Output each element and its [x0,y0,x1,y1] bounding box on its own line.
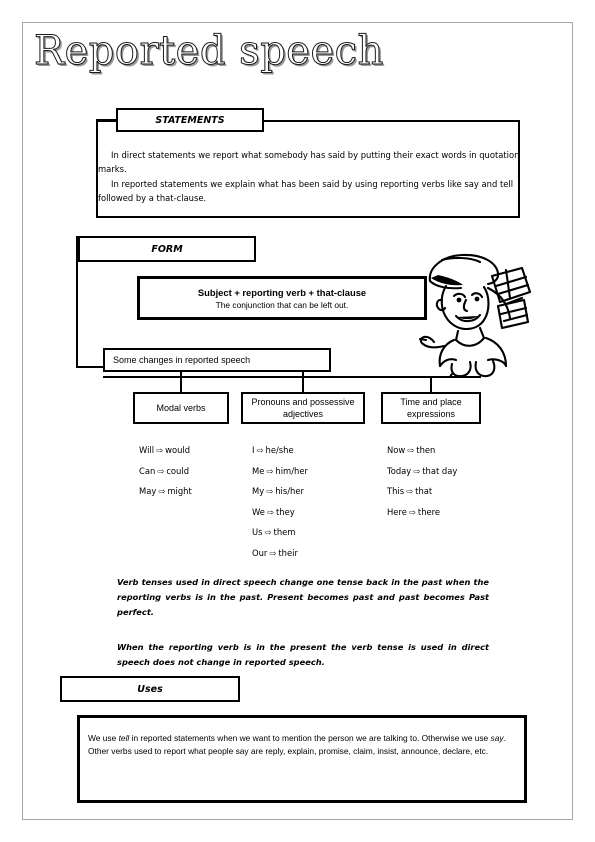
arrow-icon: ⇨ [264,527,272,537]
example-from: Now [387,445,406,455]
uses-line-1-b: in reported statements when we want to m… [129,733,491,743]
category-box-pronouns: Pronouns and possessive adjectives [241,392,365,424]
arrow-icon: ⇨ [266,486,274,496]
examples-column-time-place: Now ⇨ then Today ⇨ that day This ⇨ that Here ⇨ t… [387,440,457,522]
arrow-icon: ⇨ [156,445,164,455]
changes-label: Some changes in reported speech [113,355,251,365]
statements-connector-left [96,119,118,121]
category-label-2: Time and place expressions [400,397,462,419]
example-from: Here [387,506,407,517]
uses-text: We use tell in reported statements when … [88,732,518,757]
category-drop-0 [180,372,182,394]
arrow-icon: ⇨ [266,465,274,476]
examples-column-modal-verbs: Will ⇨ would Can ⇨ could May ⇨ might [139,440,192,502]
uses-line-2: Other verbs used to report what people s… [88,745,489,756]
example-row: Now ⇨ then [387,440,457,461]
arrow-icon: ⇨ [266,506,274,517]
examples-column-pronouns: I ⇨ he/she Me ⇨ him/her My ⇨ his/her We ⇨ they U… [252,440,308,563]
example-from: Today [387,465,412,476]
example-to: him/her [275,465,308,476]
note-paragraph-1: Verb tenses used in direct speech change… [117,577,489,617]
example-to: that day [422,465,458,476]
example-to: he/she [265,445,294,455]
arrow-icon: ⇨ [407,445,415,455]
formula-text: Subject + reporting verb + that-clause [197,286,367,298]
example-from: Us [252,527,263,537]
example-row: Me ⇨ him/her [252,461,308,482]
statements-paragraph-2: In reported statements we explain what h… [98,178,514,204]
formula-note: The conjunction that can be left out. [215,299,349,310]
uses-line-1-c: . [503,733,506,743]
example-from: We [252,506,265,517]
example-row: We ⇨ they [252,502,308,523]
example-row: This ⇨ that [387,481,457,502]
page-title: Reported speech [34,28,384,75]
arrow-icon: ⇨ [158,486,166,496]
arrow-icon: ⇨ [157,465,165,476]
category-box-time-place: Time and place expressions [381,392,481,424]
statements-paragraph-1: In direct statements we report what some… [98,150,520,175]
category-label-0: Modal verbs [156,403,206,413]
note-paragraph-2: When the reporting verb is in the presen… [117,642,489,667]
form-spine-to-changes [76,366,105,368]
example-row: Us ⇨ them [252,522,308,543]
form-label: FORM [78,236,256,262]
example-to: their [278,547,298,558]
statements-label: STATEMENTS [116,108,264,132]
category-drop-1 [302,372,304,394]
example-to: might [167,486,192,496]
statements-body: In direct statements we report what some… [98,148,520,206]
arrow-icon: ⇨ [413,465,421,476]
uses-emphasis-say: say [490,733,504,743]
example-from: This [387,486,405,496]
example-to: could [166,465,190,476]
uses-emphasis-tell: tell [118,733,130,743]
category-label-1: Pronouns and possessive adjectives [251,397,355,419]
example-row: My ⇨ his/her [252,481,308,502]
example-to: then [416,445,436,455]
example-to: would [165,445,191,455]
example-from: My [252,486,265,496]
changes-box: Some changes in reported speech [103,348,331,372]
example-to: that [415,486,433,496]
example-to: them [273,527,296,537]
arrow-icon: ⇨ [269,547,277,558]
arrow-icon: ⇨ [408,506,416,517]
example-row: Can ⇨ could [139,461,192,482]
example-to: there [417,506,441,517]
example-from: Can [139,465,156,476]
example-row: Here ⇨ there [387,502,457,523]
example-row: Will ⇨ would [139,440,192,461]
cartoon-boy-illustration [418,248,536,382]
category-box-modal-verbs: Modal verbs [133,392,229,424]
uses-line-1-a: We use [88,733,119,743]
example-from: May [139,486,157,496]
example-row: May ⇨ might [139,481,192,502]
formula-box: Subject + reporting verb + that-clause T… [137,276,427,320]
example-row: I ⇨ he/she [252,440,308,461]
uses-label: Uses [60,676,240,702]
example-to: his/her [275,486,304,496]
uses-box [77,715,527,803]
example-row: Today ⇨ that day [387,461,457,482]
example-from: Me [252,465,265,476]
example-from: Our [252,547,268,558]
uses-line-1: We use tell in reported statements when … [88,732,518,745]
arrow-icon: ⇨ [406,486,414,496]
example-row: Our ⇨ their [252,543,308,564]
example-from: Will [139,445,155,455]
example-to: they [275,506,295,517]
arrow-icon: ⇨ [256,445,264,455]
